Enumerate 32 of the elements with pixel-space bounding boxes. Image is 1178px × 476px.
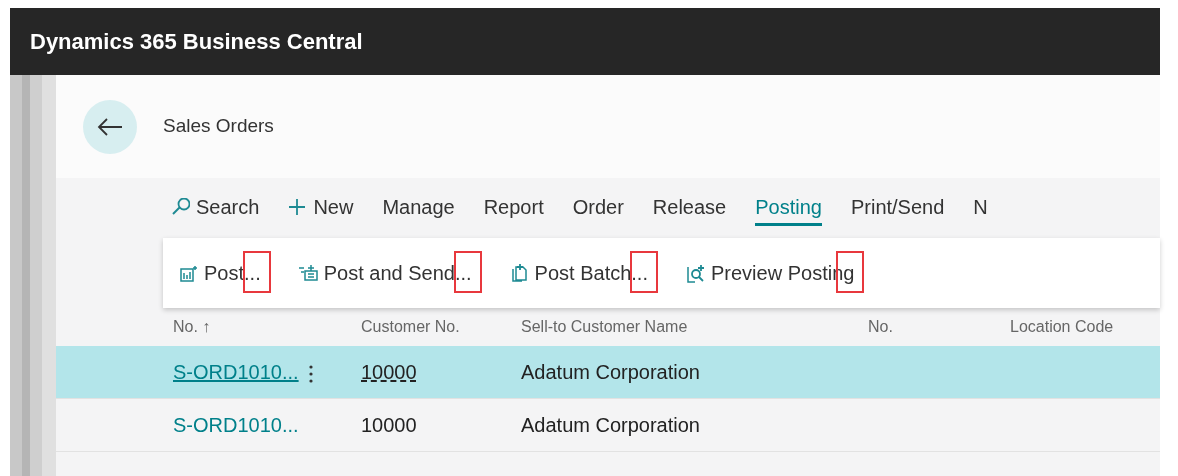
table-cell: Adatum Corporation (521, 361, 700, 383)
magnifier-document-icon (686, 263, 705, 283)
document-icon (179, 263, 198, 283)
search-button[interactable]: Search (171, 192, 260, 226)
back-button[interactable] (83, 99, 137, 154)
search-icon (171, 197, 190, 217)
menu-tab[interactable]: Order (572, 192, 624, 226)
menu-tab[interactable]: N (973, 192, 988, 226)
column-header[interactable]: Sell-to Customer Name (521, 318, 688, 335)
page-title: Sales Orders (163, 114, 274, 139)
menu-tab[interactable]: Manage (382, 192, 455, 226)
back-arrow-icon (97, 116, 123, 137)
document-icon (298, 263, 318, 283)
column-header[interactable]: No. (868, 318, 893, 335)
table-row[interactable]: S-ORD1010... 10000 Adatum Corporation (56, 346, 1160, 399)
column-header[interactable]: No. ↑ (173, 318, 211, 335)
plus-icon (288, 197, 308, 217)
document-icon (509, 263, 529, 283)
order-link[interactable]: S-ORD1010... (173, 414, 299, 436)
menu-tab[interactable]: Posting (755, 192, 822, 226)
vertical-dots-icon (309, 363, 313, 384)
column-header[interactable]: Customer No. (361, 318, 460, 335)
table-cell: 10000 (361, 414, 417, 436)
table-row[interactable]: S-ORD1010... 10000 Adatum Corporation (56, 399, 1160, 452)
table-cell: Adatum Corporation (521, 414, 700, 436)
window-title: Dynamics 365 Business Central (30, 28, 363, 56)
table-cell: 10000 (361, 361, 417, 383)
menu-tab[interactable]: Release (652, 192, 727, 226)
new-button[interactable]: New (288, 192, 354, 226)
column-header[interactable]: Location Code (1010, 318, 1114, 335)
menu-tab[interactable]: Report (483, 192, 544, 226)
menu-tab[interactable]: Print/Send (850, 192, 945, 226)
